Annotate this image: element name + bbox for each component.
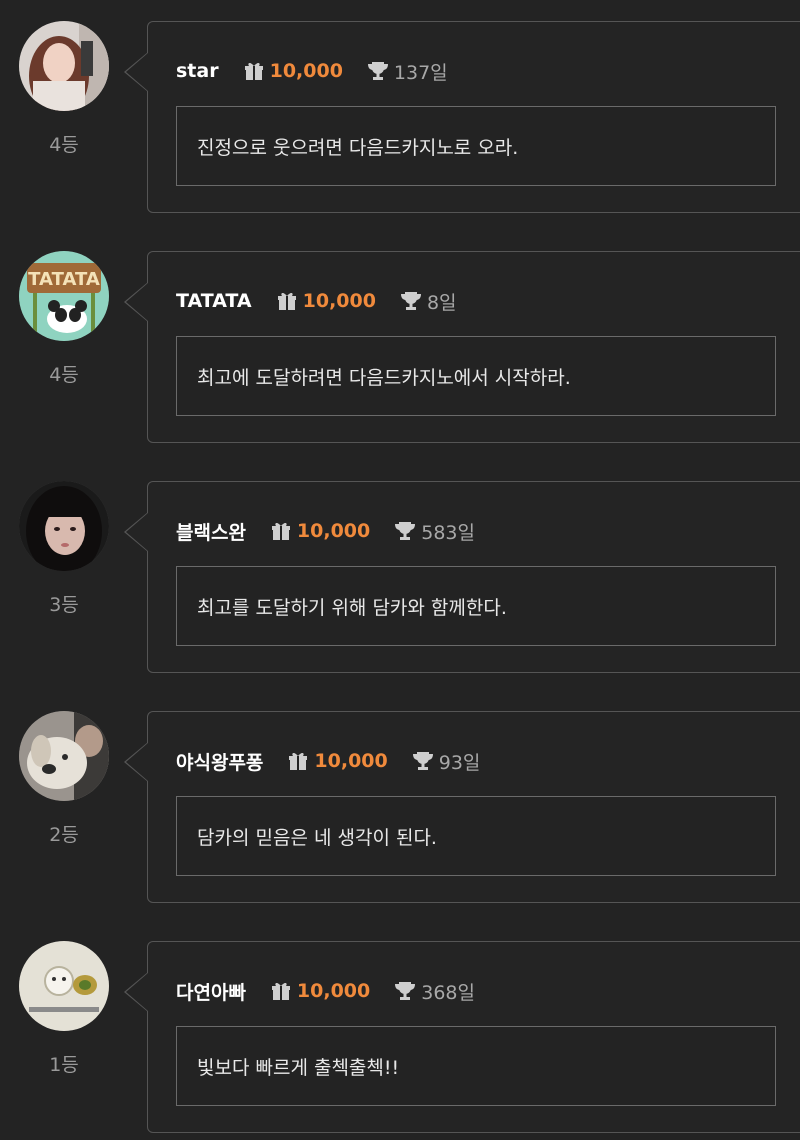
trophy-icon [394, 520, 416, 542]
speech-pointer-fill [126, 283, 148, 321]
trophy-icon [367, 60, 389, 82]
comment-card: star 10,000 137일 진정으로 웃으려면 다음드카지노로 오라. [147, 21, 800, 213]
comment-meta: 블랙스완 10,000 583일 [176, 516, 475, 546]
avatar[interactable] [19, 481, 109, 571]
trophy-icon [400, 290, 422, 312]
days-count: 137일 [393, 61, 448, 84]
rank-label: 1등 [49, 1054, 79, 1076]
comment-meta: star 10,000 137일 [176, 56, 448, 86]
comment-card: 야식왕푸퐁 10,000 93일 담카의 믿음은 네 생각이 된다. [147, 711, 800, 903]
avatar-sign-text: TATATA [28, 269, 100, 290]
comment-card: 다연아빠 10,000 368일 빛보다 빠르게 출첵출첵!! [147, 941, 800, 1133]
days-count: 93일 [438, 751, 481, 774]
comment-entry: TATATA 4등 TATATA 10,000 8일 최고에 도달하려면 다음드… [0, 230, 800, 460]
comment-message: 진정으로 웃으려면 다음드카지노로 오라. [176, 106, 776, 186]
speech-pointer-fill [126, 743, 148, 781]
points-value: 10,000 [296, 980, 371, 1002]
comment-meta: 야식왕푸퐁 10,000 93일 [176, 746, 480, 776]
points-value: 10,000 [314, 750, 388, 772]
username[interactable]: 블랙스완 [176, 518, 246, 545]
avatar[interactable] [19, 711, 109, 801]
days-count: 583일 [421, 521, 475, 544]
username[interactable]: 다연아빠 [176, 978, 246, 1005]
speech-pointer-fill [126, 513, 148, 551]
avatar[interactable]: TATATA [19, 251, 109, 341]
username[interactable]: 야식왕푸퐁 [176, 748, 263, 775]
comment-message: 담카의 믿음은 네 생각이 된다. [176, 796, 776, 876]
username[interactable]: star [176, 60, 219, 82]
gift-icon [243, 60, 265, 82]
comment-message: 최고를 도달하기 위해 담카와 함께한다. [176, 566, 776, 646]
speech-pointer-fill [126, 973, 148, 1011]
comment-message: 빛보다 빠르게 출첵출첵!! [176, 1026, 776, 1106]
trophy-icon [394, 980, 416, 1002]
days-count: 368일 [421, 981, 475, 1004]
avatar[interactable] [19, 21, 109, 111]
points-value: 10,000 [302, 290, 376, 312]
comment-entry: 3등 블랙스완 10,000 583일 최고를 도달하기 위해 담카와 함께한다… [0, 460, 800, 690]
comment-list: 4등 star 10,000 137일 진정으로 웃으려면 다음드카지노로 오라… [0, 0, 800, 1140]
speech-pointer-fill [126, 53, 148, 91]
gift-icon [270, 980, 292, 1002]
comment-card: TATATA 10,000 8일 최고에 도달하려면 다음드카지노에서 시작하라… [147, 251, 800, 443]
gift-icon [270, 520, 292, 542]
comment-entry: 4등 star 10,000 137일 진정으로 웃으려면 다음드카지노로 오라… [0, 0, 800, 230]
comment-card: 블랙스완 10,000 583일 최고를 도달하기 위해 담카와 함께한다. [147, 481, 800, 673]
comment-entry: 1등 다연아빠 10,000 368일 빛보다 빠르게 출첵출첵!! [0, 920, 800, 1140]
comment-meta: TATATA 10,000 8일 [176, 286, 457, 316]
points-value: 10,000 [296, 520, 371, 542]
trophy-icon [412, 750, 434, 772]
rank-label: 2등 [49, 824, 79, 846]
rank-label: 4등 [49, 134, 79, 156]
rank-label: 3등 [49, 594, 79, 616]
username[interactable]: TATATA [176, 290, 252, 312]
comment-message: 최고에 도달하려면 다음드카지노에서 시작하라. [176, 336, 776, 416]
comment-entry: 2등 야식왕푸퐁 10,000 93일 담카의 믿음은 네 생각이 된다. [0, 690, 800, 920]
avatar[interactable] [19, 941, 109, 1031]
points-value: 10,000 [269, 60, 343, 82]
rank-label: 4등 [49, 364, 79, 386]
days-count: 8일 [426, 291, 457, 314]
gift-icon [287, 750, 309, 772]
comment-meta: 다연아빠 10,000 368일 [176, 976, 475, 1006]
gift-icon [276, 290, 298, 312]
